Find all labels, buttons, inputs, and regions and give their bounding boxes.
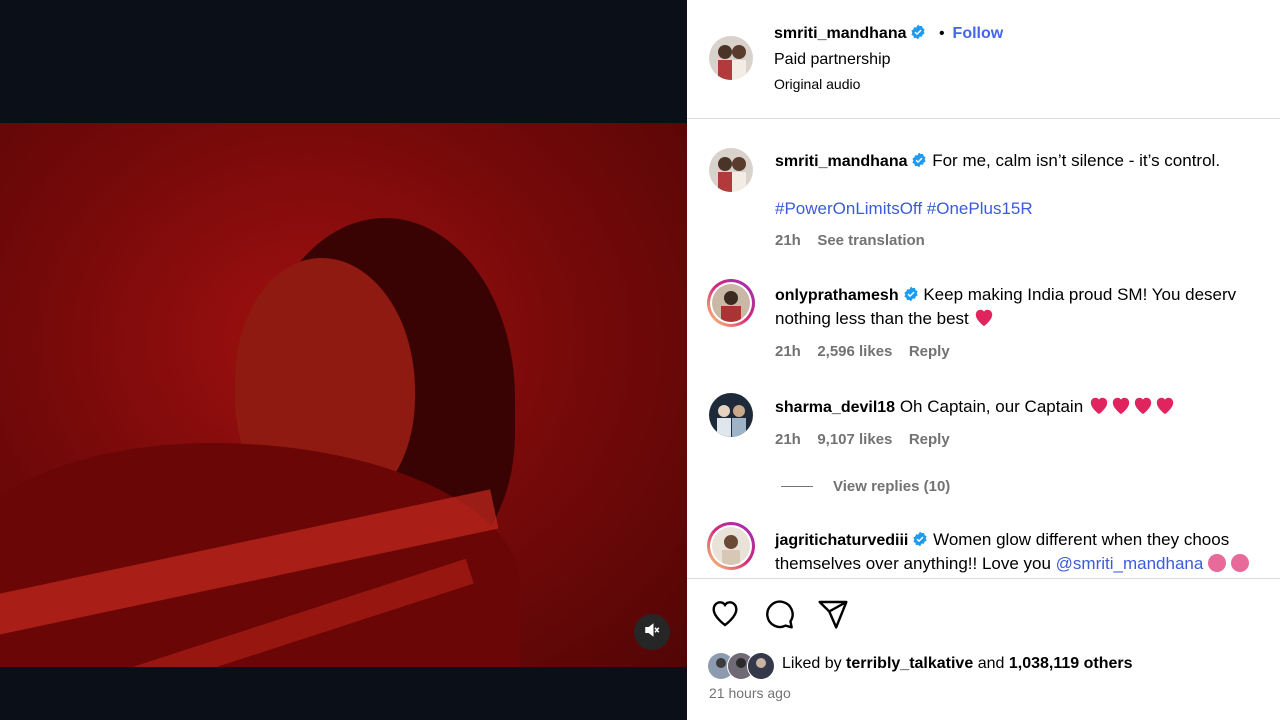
post-side-panel: smriti_mandhana • Follow Paid partnership… [687,0,1280,720]
comment-3-clip: jagritichaturvediii Women glow different… [687,515,1280,578]
comment-button[interactable] [763,598,795,635]
red-heart-emoji-icon [973,307,995,334]
likes-count[interactable]: 1,038,119 others [1009,655,1133,672]
comment-text: Keep making India proud SM! You deserv [923,285,1237,304]
view-replies-label: View replies (10) [833,478,951,495]
view-replies-button[interactable]: View replies (10) [781,478,950,496]
caption-hashtags[interactable]: #PowerOnLimitsOff #OnePlus15R [775,197,1033,221]
post-timestamp[interactable]: 21 hours ago [709,685,791,701]
reply-button[interactable]: Reply [909,343,950,360]
comment-icon [763,600,795,634]
reply-button[interactable]: Reply [909,431,950,448]
comment-likes[interactable]: 2,596 likes [817,343,892,360]
heart-icon [709,601,741,632]
header-dot: • [938,25,945,42]
post-header: smriti_mandhana • Follow Paid partnership… [687,0,1280,119]
comment-avatar[interactable] [707,279,755,327]
comment-username[interactable]: sharma_devil18 [775,399,895,416]
red-heart-emoji-icon [1110,395,1132,422]
mention-link[interactable]: @smriti_mandhana [1056,554,1204,573]
comment-2: sharma_devil18 Oh Captain, our Captain [775,395,1176,422]
like-button[interactable] [709,598,741,633]
comment-likes[interactable]: 9,107 likes [817,431,892,448]
paid-partnership-label[interactable]: Paid partnership [774,51,891,69]
hibiscus-emoji-icon [1208,554,1227,572]
verified-badge-icon [910,24,926,45]
share-icon [817,600,849,634]
red-heart-emoji-icon [1132,395,1154,422]
red-heart-emoji-icon [1088,395,1110,422]
verified-badge-icon [911,151,927,175]
comment-3: jagritichaturvediii Women glow different… [775,528,1229,554]
comment-time[interactable]: 21h [775,431,801,448]
caption: smriti_mandhana For me, calm isn’t silen… [775,149,1220,175]
post-media [0,0,687,720]
mute-icon [643,621,661,644]
header-username[interactable]: smriti_mandhana [774,25,906,42]
mute-button[interactable] [634,614,670,650]
comment-text: nothing less than the best [775,309,969,328]
caption-avatar[interactable] [709,148,753,192]
caption-time[interactable]: 21h [775,232,801,249]
comment-text: themselves over anything!! Love you [775,554,1051,573]
comment-username[interactable]: onlyprathamesh [775,287,899,304]
reel-video[interactable] [0,123,687,667]
caption-username[interactable]: smriti_mandhana [775,153,907,170]
verified-badge-icon [912,530,928,554]
liked-by: Liked by terribly_talkative and 1,038,11… [782,655,1132,673]
view-replies-line [781,486,813,488]
audio-label[interactable]: Original audio [774,76,860,92]
liked-by-user[interactable]: terribly_talkative [846,655,973,672]
hibiscus-emoji-icon [1230,554,1249,572]
liked-by-avatars[interactable] [707,652,779,680]
comment-1: onlyprathamesh Keep making India proud S… [775,283,1236,309]
share-button[interactable] [817,598,849,635]
comment-username[interactable]: jagritichaturvediii [775,532,908,549]
avatar [747,652,775,680]
liked-by-and: and [977,655,1005,672]
red-heart-emoji-icon [1154,395,1176,422]
liked-by-prefix: Liked by [782,655,842,672]
caption-text: For me, calm isn’t silence - it’s contro… [932,151,1221,170]
comment-text: Oh Captain, our Captain [899,397,1084,416]
follow-button[interactable]: Follow [953,25,1004,42]
verified-badge-icon [903,285,919,309]
see-translation-button[interactable]: See translation [817,232,925,249]
avatar[interactable] [709,36,753,80]
comment-text: Women glow different when they choos [933,530,1230,549]
comment-avatar[interactable] [709,393,753,437]
comment-avatar[interactable] [707,522,755,570]
actions-divider [687,578,1280,579]
comment-time[interactable]: 21h [775,343,801,360]
